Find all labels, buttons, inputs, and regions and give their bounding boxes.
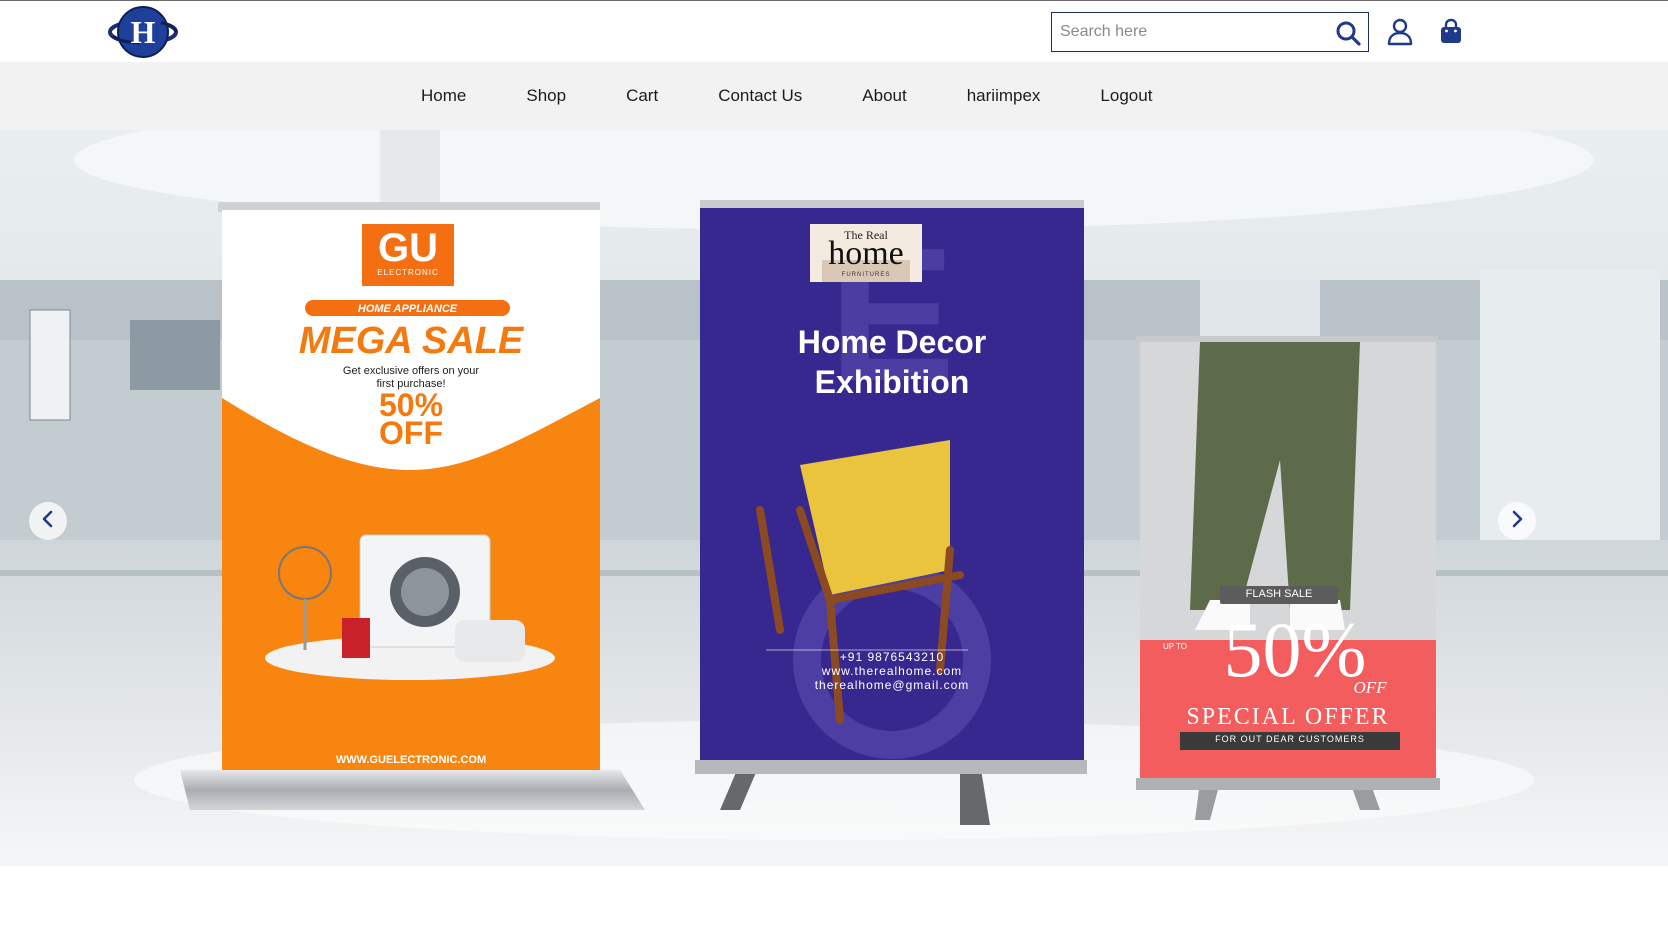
nav-link-home[interactable]: Home <box>391 62 496 130</box>
search-icon[interactable] <box>1334 19 1362 47</box>
svg-text:H: H <box>131 14 156 50</box>
hero-carousel: E GU ELECTRONIC HOME APPLIANCE MEGA SALE… <box>0 130 1668 866</box>
banner2-logo-sub: FURNITURES <box>841 272 891 278</box>
banner3-offer: SPECIAL OFFER <box>1186 704 1390 730</box>
banner3-tag: FLASH SALE <box>1245 588 1313 600</box>
nav-link-about[interactable]: About <box>832 62 936 130</box>
nav-link-cart[interactable]: Cart <box>596 62 688 130</box>
carousel-prev-button[interactable] <box>29 502 67 540</box>
top-header: H <box>0 0 1668 62</box>
banner-flash-sale <box>1136 336 1440 820</box>
banner3-sub: FOR OUT DEAR CUSTOMERS <box>1215 734 1365 744</box>
chevron-right-icon <box>1508 510 1526 533</box>
banner2-web: www.therealhome.com <box>821 664 963 678</box>
banner1-brand: GU <box>378 226 438 270</box>
banner1-discount-word: OFF <box>379 415 443 451</box>
company-logo[interactable]: H <box>108 4 178 60</box>
nav-link-contact-us[interactable]: Contact Us <box>688 62 832 130</box>
page-below-hero <box>0 866 1668 937</box>
banner1-headline: MEGA SALE <box>298 320 524 362</box>
banner-home-decor: E <box>695 200 1087 825</box>
main-navigation: Home Shop Cart Contact Us About hariimpe… <box>0 62 1668 130</box>
banner2-logo-main: home <box>828 235 904 272</box>
user-icon[interactable] <box>1385 17 1415 47</box>
banner1-brand-sub: ELECTRONIC <box>377 268 439 277</box>
nav-menu: Home Shop Cart Contact Us About hariimpe… <box>391 62 1182 130</box>
carousel-next-button[interactable] <box>1498 502 1536 540</box>
nav-link-logout[interactable]: Logout <box>1070 62 1182 130</box>
chevron-left-icon <box>39 510 57 533</box>
banner2-phone: +91 9876543210 <box>839 650 945 664</box>
shopping-bag-icon[interactable] <box>1436 17 1466 47</box>
banner1-tag: HOME APPLIANCE <box>357 303 458 315</box>
banner1-website: WWW.GUELECTRONIC.COM <box>335 754 487 766</box>
banner1-line1: Get exclusive offers on your <box>342 365 480 377</box>
banner2-title2: Exhibition <box>814 364 970 400</box>
banner2-email: therealhome@gmail.com <box>814 678 970 692</box>
banner-electronics <box>180 202 645 810</box>
banner2-title1: Home Decor <box>797 324 987 360</box>
search-box <box>1051 12 1369 52</box>
search-input[interactable] <box>1060 19 1330 45</box>
nav-link-shop[interactable]: Shop <box>496 62 596 130</box>
nav-link-account[interactable]: hariimpex <box>937 62 1071 130</box>
banner3-off: OFF <box>1353 678 1387 697</box>
